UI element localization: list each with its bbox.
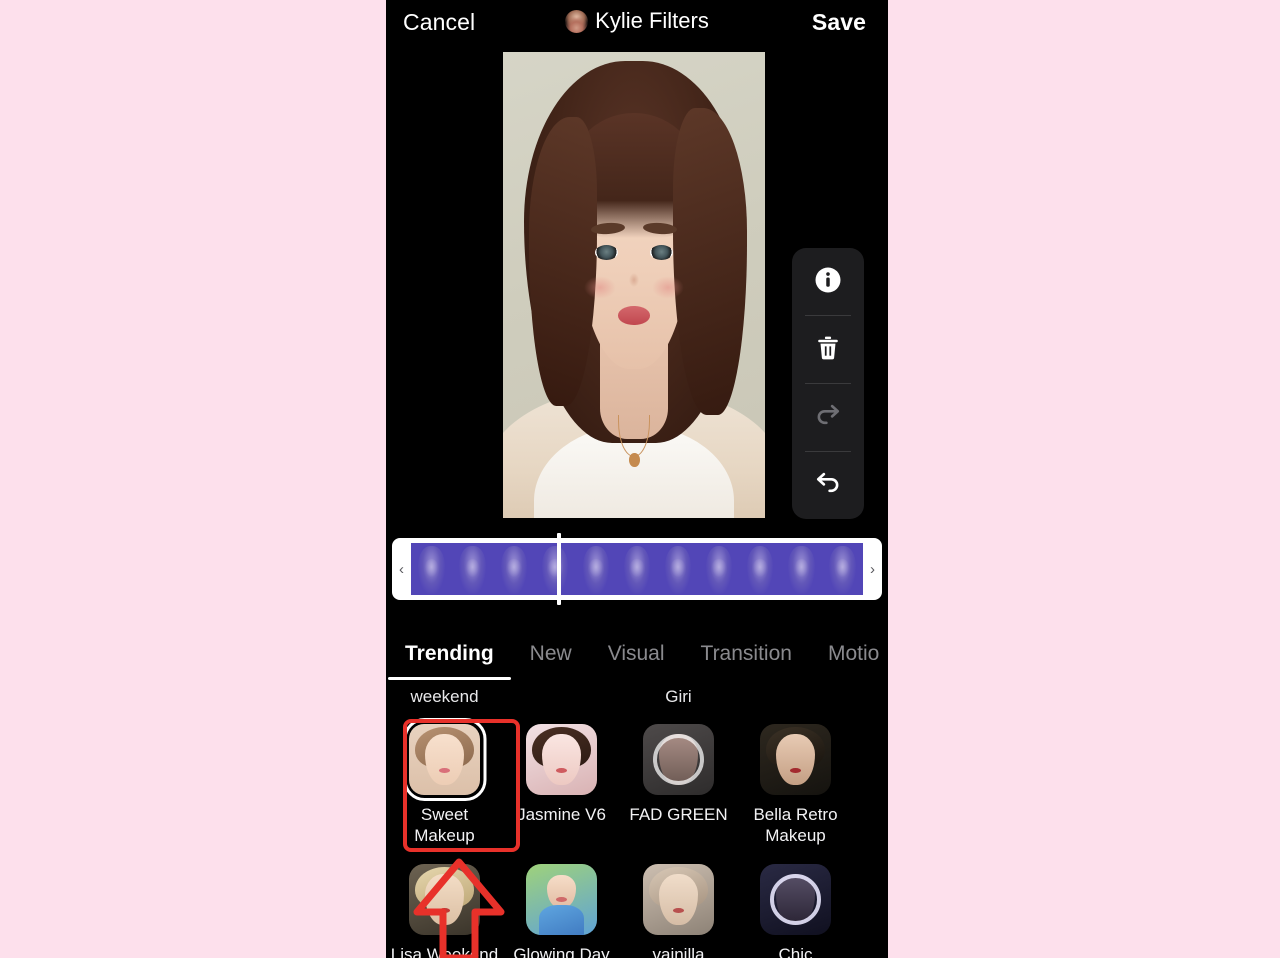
filter-label: Glowing Day — [513, 945, 610, 958]
partial-row: weekend Giri — [386, 686, 888, 714]
filter-thumbnail — [760, 864, 831, 935]
redo-button[interactable] — [792, 384, 864, 451]
filter-item-lisa-weekend[interactable]: Lisa Weekend — [386, 858, 503, 958]
chevron-left-icon[interactable]: ‹ — [392, 538, 411, 600]
filmstrip[interactable] — [411, 543, 863, 595]
filter-thumbnail — [526, 864, 597, 935]
filter-thumbnail — [643, 724, 714, 795]
filmstrip-frame — [493, 543, 535, 595]
top-bar: Cancel Kylie Filters Save — [386, 0, 888, 44]
filmstrip-frame — [452, 543, 494, 595]
list-item[interactable]: Giri — [620, 686, 737, 714]
undo-button[interactable] — [792, 452, 864, 519]
filter-row: Lisa Weekend Glowing Day vainilla Chic — [386, 858, 888, 958]
tab-visual[interactable]: Visual — [608, 642, 665, 676]
list-item[interactable] — [737, 686, 854, 714]
filter-thumbnail — [409, 864, 480, 935]
filter-item-fad-green[interactable]: FAD GREEN — [620, 718, 737, 846]
filter-row: Sweet Makeup Jasmine V6 FAD GREEN Bella … — [386, 718, 888, 846]
filmstrip-frame — [739, 543, 781, 595]
filmstrip-frame — [780, 543, 822, 595]
filter-label: weekend — [410, 687, 479, 706]
category-tabs: Trending New Visual Transition Motio — [386, 632, 888, 686]
list-item[interactable]: weekend — [386, 686, 503, 714]
save-button[interactable]: Save — [812, 9, 866, 36]
tab-transition[interactable]: Transition — [701, 642, 792, 676]
filter-label: Giri — [665, 687, 692, 706]
filter-label: Lisa Weekend — [390, 945, 499, 958]
undo-icon — [813, 469, 843, 502]
tab-motion[interactable]: Motio — [828, 642, 879, 676]
photo-preview[interactable] — [503, 52, 765, 518]
info-icon — [813, 265, 843, 298]
filmstrip-frame — [821, 543, 863, 595]
list-item[interactable] — [503, 686, 620, 714]
phone-screen: Cancel Kylie Filters Save ‹ › Trending N… — [386, 0, 888, 958]
filmstrip-frame — [698, 543, 740, 595]
filmstrip-frame — [575, 543, 617, 595]
filmstrip-frame — [411, 543, 453, 595]
filter-thumbnail — [409, 724, 480, 795]
chevron-right-icon[interactable]: › — [863, 538, 882, 600]
filter-grid: weekend Giri Sweet Makeup Jasmine V6 FAD… — [386, 686, 888, 958]
page-root: Cancel Kylie Filters Save ‹ › Trending N… — [0, 0, 1280, 958]
redo-icon — [813, 401, 843, 434]
filter-label: Jasmine V6 — [517, 805, 606, 824]
info-button[interactable] — [792, 248, 864, 315]
filter-label: Chic — [778, 945, 813, 958]
user-avatar-icon — [565, 9, 589, 33]
filter-thumbnail — [643, 864, 714, 935]
tab-new[interactable]: New — [530, 642, 572, 676]
filter-thumbnail — [526, 724, 597, 795]
filter-label: FAD GREEN — [629, 805, 728, 824]
filter-item-glowing-day[interactable]: Glowing Day — [503, 858, 620, 958]
filmstrip-frame — [616, 543, 658, 595]
filter-item-bella-retro-makeup[interactable]: Bella Retro Makeup — [737, 718, 854, 846]
filmstrip-frame — [657, 543, 699, 595]
timeline-scrubber[interactable]: ‹ › — [392, 533, 882, 605]
filter-label: Sweet Makeup — [414, 805, 475, 845]
filter-thumbnail — [760, 724, 831, 795]
page-title: Kylie Filters — [595, 8, 709, 33]
filter-item-sweet-makeup[interactable]: Sweet Makeup — [386, 718, 503, 846]
side-toolbar — [792, 248, 864, 519]
filmstrip-frame — [534, 543, 576, 595]
playhead[interactable] — [557, 533, 561, 605]
filter-label: Bella Retro Makeup — [753, 805, 838, 845]
portrait-image — [503, 52, 765, 518]
filter-item-jasmine-v6[interactable]: Jasmine V6 — [503, 718, 620, 846]
filter-item-vainilla[interactable]: vainilla — [620, 858, 737, 958]
delete-button[interactable] — [792, 316, 864, 383]
tab-trending[interactable]: Trending — [388, 642, 511, 680]
trash-icon — [814, 334, 842, 365]
filter-item-chic[interactable]: Chic — [737, 858, 854, 958]
filter-label: vainilla — [652, 945, 705, 958]
